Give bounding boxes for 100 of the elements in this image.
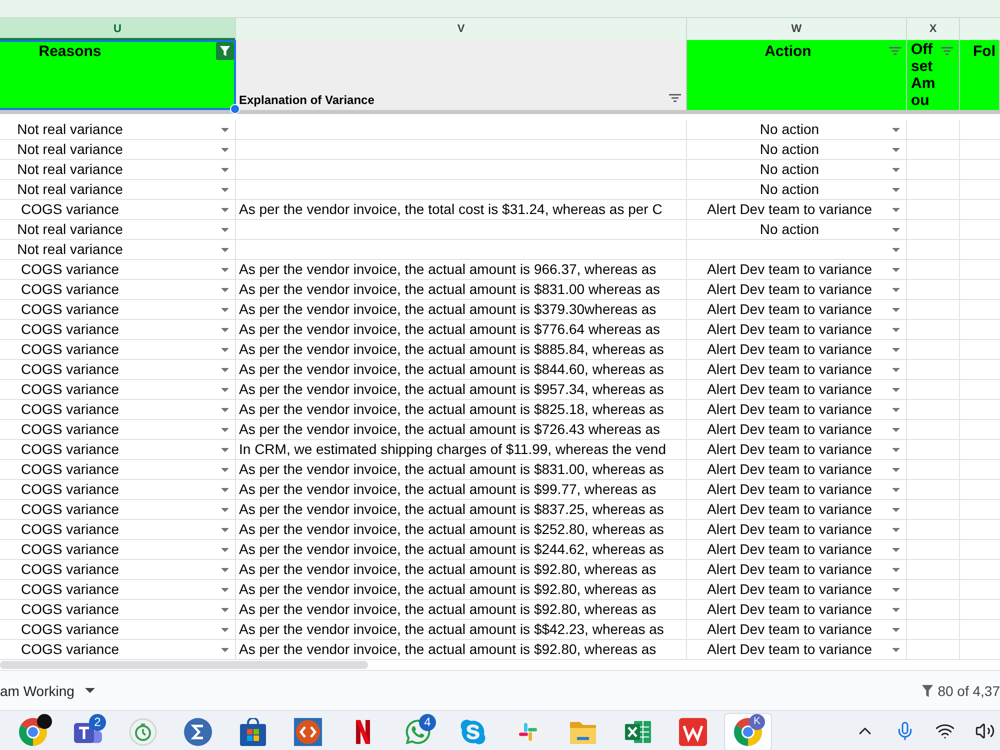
reason-text: COGS variance: [20, 481, 120, 498]
explanation-text: As per the vendor invoice, the actual amount is $92.80, whereas as: [239, 561, 656, 578]
dropdown-caret-icon[interactable]: [221, 128, 229, 132]
filter-lines-icon[interactable]: [941, 47, 953, 55]
dropdown-caret-icon[interactable]: [892, 468, 900, 472]
action-text: Alert Dev team to variance: [707, 581, 872, 598]
reason-text: Not real variance: [17, 161, 123, 178]
reason-text: COGS variance: [20, 301, 120, 318]
dropdown-caret-icon[interactable]: [221, 328, 229, 332]
dropdown-caret-icon[interactable]: [892, 648, 900, 652]
dropdown-caret-icon[interactable]: [892, 588, 900, 592]
reason-text: COGS variance: [20, 201, 120, 218]
dropdown-caret-icon[interactable]: [892, 228, 900, 232]
dropdown-caret-icon[interactable]: [892, 168, 900, 172]
speaker-icon[interactable]: [975, 720, 995, 740]
dropdown-caret-icon[interactable]: [221, 208, 229, 212]
dropdown-caret-icon[interactable]: [892, 188, 900, 192]
dropdown-caret-icon[interactable]: [221, 348, 229, 352]
dropdown-caret-icon[interactable]: [221, 488, 229, 492]
dropdown-caret-icon[interactable]: [892, 408, 900, 412]
dropdown-caret-icon[interactable]: [892, 568, 900, 572]
sigma-icon: [184, 718, 212, 746]
action-text: Alert Dev team to variance: [707, 641, 872, 658]
filter-lines-icon[interactable]: [889, 47, 901, 55]
dropdown-caret-icon[interactable]: [892, 548, 900, 552]
taskbar-app[interactable]: 2: [64, 712, 112, 750]
dropdown-caret-icon[interactable]: [892, 388, 900, 392]
explanation-text: As per the vendor invoice, the actual amount is $844.60, whereas as: [239, 361, 664, 378]
explanation-text: As per the vendor invoice, the actual amount is $92.80, whereas as: [239, 601, 656, 618]
action-text: Alert Dev team to variance: [707, 421, 872, 438]
dropdown-caret-icon[interactable]: [892, 628, 900, 632]
action-text: Alert Dev team to variance: [707, 301, 872, 318]
timer-icon: [129, 718, 157, 746]
dropdown-caret-icon[interactable]: [892, 248, 900, 252]
dropdown-caret-icon[interactable]: [221, 448, 229, 452]
filter-icon[interactable]: [216, 42, 234, 60]
dropdown-caret-icon[interactable]: [892, 308, 900, 312]
sheet-tab[interactable]: am Working: [0, 674, 104, 706]
dropdown-caret-icon[interactable]: [221, 648, 229, 652]
dropdown-caret-icon[interactable]: [221, 248, 229, 252]
dropdown-caret-icon[interactable]: [221, 468, 229, 472]
action-text: No action: [760, 181, 820, 198]
dropdown-caret-icon[interactable]: [221, 268, 229, 272]
dropdown-caret-icon[interactable]: [221, 548, 229, 552]
dropdown-caret-icon[interactable]: [221, 608, 229, 612]
taskbar-app[interactable]: 4: [394, 712, 442, 750]
dropdown-caret-icon[interactable]: [221, 588, 229, 592]
dropdown-caret-icon[interactable]: [892, 348, 900, 352]
action-text: Alert Dev team to variance: [707, 281, 872, 298]
action-text: Alert Dev team to variance: [707, 261, 872, 278]
action-text: Alert Dev team to variance: [707, 481, 872, 498]
dropdown-caret-icon[interactable]: [221, 508, 229, 512]
action-text: No action: [760, 141, 820, 158]
dropdown-caret-icon[interactable]: [892, 368, 900, 372]
explanation-text: As per the vendor invoice, the actual amount is $957.34, whereas as: [239, 381, 664, 398]
dropdown-caret-icon[interactable]: [221, 288, 229, 292]
reason-text: COGS variance: [20, 321, 120, 338]
dropdown-caret-icon[interactable]: [892, 128, 900, 132]
dropdown-caret-icon[interactable]: [892, 428, 900, 432]
dropdown-caret-icon[interactable]: [221, 308, 229, 312]
action-text: Alert Dev team to variance: [707, 401, 872, 418]
dropdown-caret-icon[interactable]: [892, 208, 900, 212]
dropdown-caret-icon[interactable]: [892, 268, 900, 272]
action-text: Alert Dev team to variance: [707, 201, 872, 218]
dropdown-caret-icon[interactable]: [221, 388, 229, 392]
dropdown-caret-icon[interactable]: [221, 628, 229, 632]
horizontal-scrollbar[interactable]: [0, 661, 368, 669]
column-header[interactable]: U: [0, 18, 236, 40]
dropdown-caret-icon[interactable]: [221, 408, 229, 412]
explanation-text: As per the vendor invoice, the actual amount is $726.43 whereas as: [239, 421, 660, 438]
filter-lines-icon[interactable]: [669, 94, 681, 102]
action-text: Alert Dev team to variance: [707, 361, 872, 378]
dropdown-caret-icon[interactable]: [221, 148, 229, 152]
dropdown-caret-icon[interactable]: [221, 188, 229, 192]
notification-badge: 2: [89, 714, 106, 730]
dropdown-caret-icon[interactable]: [892, 448, 900, 452]
dropdown-caret-icon[interactable]: [892, 288, 900, 292]
dropdown-caret-icon[interactable]: [221, 228, 229, 232]
column-title: Off set Am ou: [911, 41, 936, 109]
dropdown-caret-icon[interactable]: [892, 608, 900, 612]
dropdown-caret-icon[interactable]: [892, 528, 900, 532]
dropdown-caret-icon[interactable]: [221, 368, 229, 372]
dropdown-caret-icon[interactable]: [221, 528, 229, 532]
taskbar-app[interactable]: K: [724, 712, 772, 750]
action-text: No action: [760, 221, 820, 238]
dropdown-caret-icon[interactable]: [892, 508, 900, 512]
explanation-text: As per the vendor invoice, the actual amount is $252.80, whereas as: [239, 521, 664, 538]
column-title: Fol: [973, 43, 996, 61]
explanation-text: As per the vendor invoice, the actual amount is $99.77, whereas as: [239, 481, 656, 498]
dropdown-caret-icon[interactable]: [221, 428, 229, 432]
dropdown-caret-icon[interactable]: [221, 568, 229, 572]
dropdown-caret-icon[interactable]: [221, 168, 229, 172]
explanation-text: As per the vendor invoice, the actual amount is $776.64 whereas as: [239, 321, 660, 338]
dropdown-caret-icon[interactable]: [892, 148, 900, 152]
explanation-text: As per the vendor invoice, the actual amount is $831.00 whereas as: [239, 281, 660, 298]
action-text: Alert Dev team to variance: [707, 541, 872, 558]
dropdown-caret-icon[interactable]: [892, 488, 900, 492]
fill-handle[interactable]: [230, 104, 240, 114]
dropdown-caret-icon[interactable]: [892, 328, 900, 332]
column-title: Action: [764, 43, 812, 61]
